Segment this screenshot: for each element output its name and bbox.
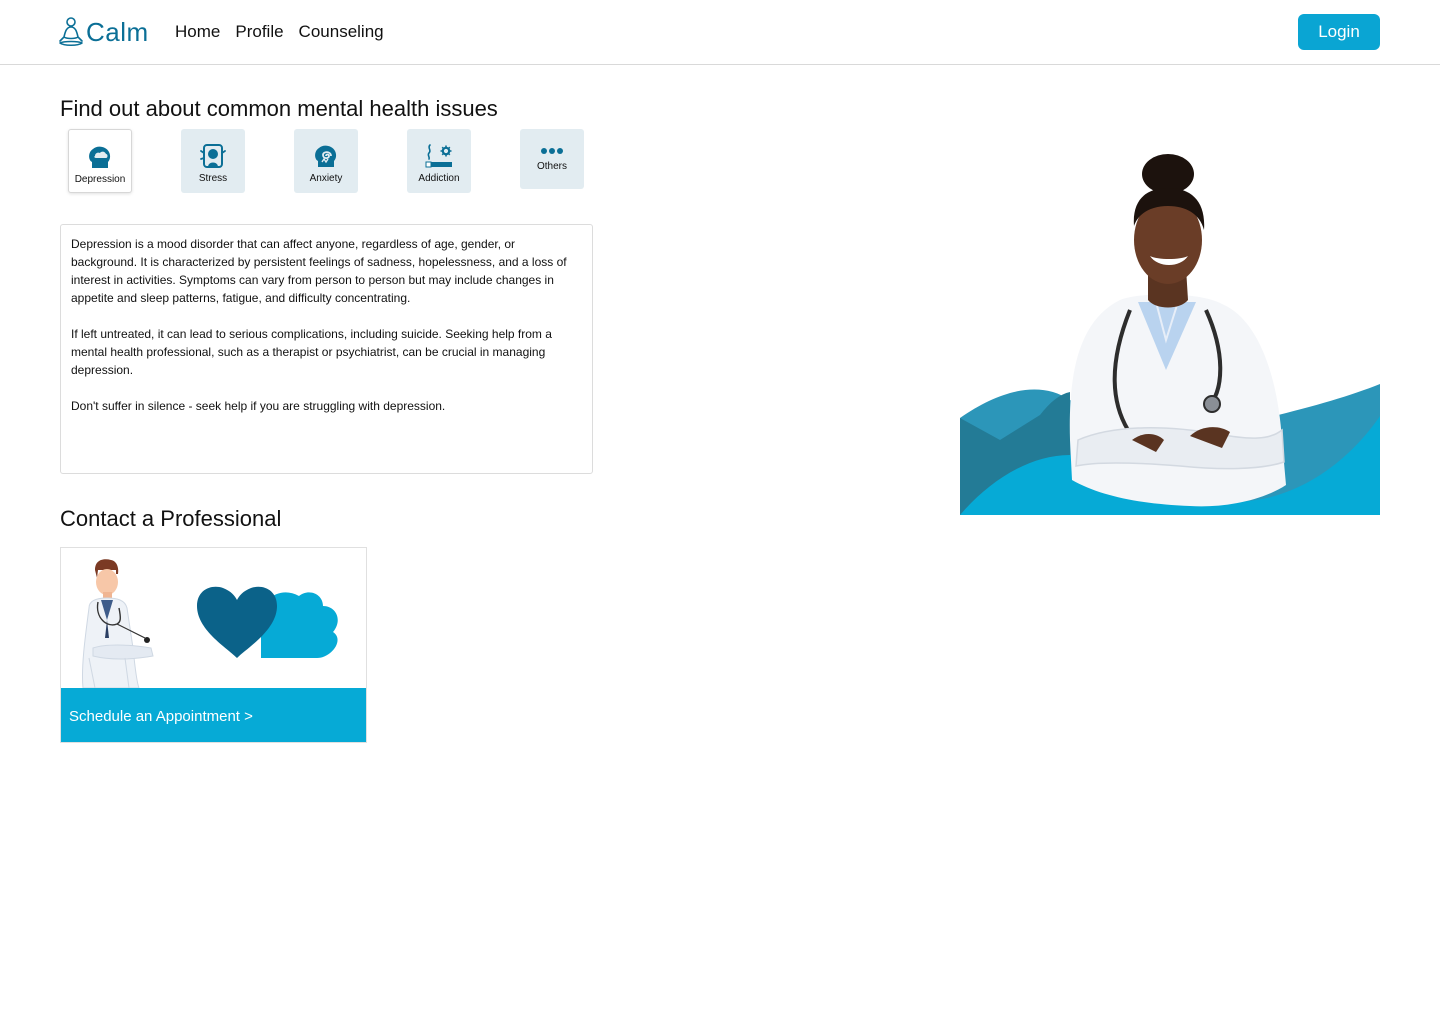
logo[interactable]: Calm — [58, 16, 149, 48]
top-navbar: Calm Home Profile Counseling Login — [0, 0, 1440, 65]
issues-title: Find out about common mental health issu… — [60, 96, 498, 121]
description-paragraph: Depression is a mood disorder that can a… — [71, 237, 567, 305]
tile-label: Others — [536, 161, 567, 172]
nav-counseling[interactable]: Counseling — [299, 20, 384, 44]
appointment-card[interactable]: Schedule an Appointment > — [60, 547, 367, 743]
main-nav: Home Profile Counseling — [175, 20, 384, 44]
meditation-icon — [59, 17, 83, 47]
description-paragraph: If left untreated, it can lead to seriou… — [71, 327, 552, 377]
doctor-figure-icon — [81, 559, 154, 688]
tile-stress[interactable]: Stress — [181, 129, 245, 193]
nav-home[interactable]: Home — [175, 20, 220, 44]
contact-title: Contact a Professional — [60, 506, 282, 531]
tile-label: Stress — [198, 173, 228, 184]
description-paragraph: Don't suffer in silence - seek help if y… — [71, 399, 446, 413]
logo-text: Calm — [86, 17, 149, 47]
tile-label: Anxiety — [309, 173, 343, 184]
tile-label: Depression — [74, 174, 126, 185]
issue-description-card: Depression is a mood disorder that can a… — [60, 224, 593, 474]
stressed-head-icon — [200, 144, 226, 168]
login-button[interactable]: Login — [1298, 14, 1380, 50]
nav-profile[interactable]: Profile — [235, 20, 283, 44]
cigarette-gear-icon — [425, 144, 452, 168]
more-dots-icon — [541, 148, 563, 154]
tile-others[interactable]: Others — [520, 129, 584, 189]
tile-addiction[interactable]: Addiction — [407, 129, 471, 193]
head-spiral-icon — [315, 145, 337, 167]
tile-label: Addiction — [418, 173, 460, 184]
schedule-appointment-button[interactable]: Schedule an Appointment > — [61, 688, 366, 742]
head-cloud-icon — [89, 146, 111, 168]
tile-anxiety[interactable]: Anxiety — [294, 129, 358, 193]
tile-depression[interactable]: Depression — [68, 129, 132, 193]
doctor-heart-illustration — [81, 559, 338, 688]
hero-doctor-image — [960, 154, 1380, 515]
